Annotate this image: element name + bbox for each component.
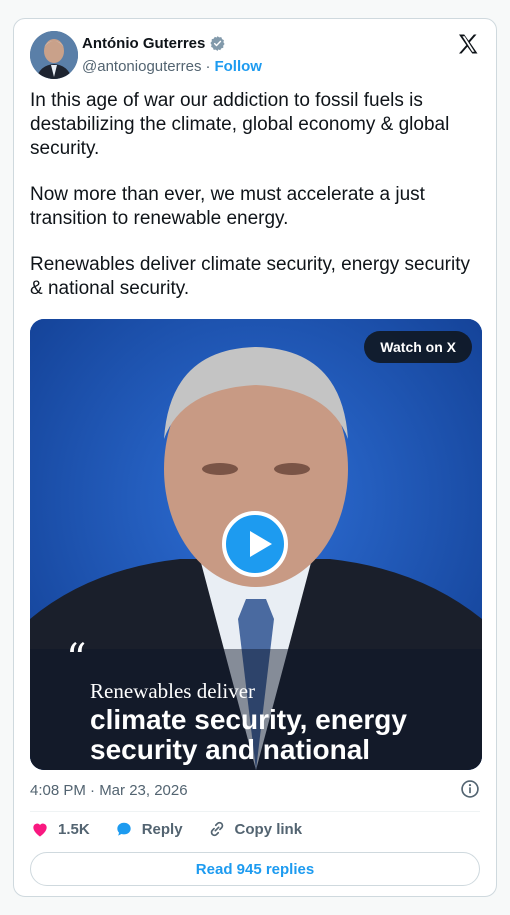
read-replies-button[interactable]: Read 945 replies <box>30 852 480 886</box>
play-button[interactable] <box>222 511 288 577</box>
play-icon <box>250 531 272 557</box>
video-thumbnail[interactable]: Watch on X “ Renewables deliver climate … <box>30 319 482 770</box>
heart-icon <box>33 823 47 837</box>
divider <box>30 811 480 812</box>
link-icon <box>210 821 223 837</box>
like-count: 1.5K <box>58 820 90 838</box>
author-name-row: António Guterres <box>82 35 226 52</box>
reply-bubble-icon <box>117 822 131 836</box>
watch-on-x-button[interactable]: Watch on X <box>364 331 472 363</box>
follow-button[interactable]: Follow <box>214 58 262 75</box>
reply-label: Reply <box>141 820 183 838</box>
author-handle-row: @antonioguterres · Follow <box>82 58 262 75</box>
handle-separator: · <box>205 58 211 75</box>
tweet-paragraph: In this age of war our addiction to foss… <box>30 90 450 159</box>
quote-mark: “ <box>66 636 87 682</box>
like-button[interactable]: 1.5K <box>30 819 90 839</box>
tweet-timestamp[interactable]: 4:08 PM · Mar 23, 2026 <box>30 782 188 799</box>
info-icon[interactable] <box>460 779 480 799</box>
copy-link-button[interactable]: Copy link <box>207 819 303 839</box>
reply-button[interactable]: Reply <box>114 819 183 839</box>
avatar[interactable] <box>30 31 78 79</box>
author-handle[interactable]: @antonioguterres <box>82 58 201 75</box>
author-name[interactable]: António Guterres <box>82 35 205 52</box>
tweet-card: António Guterres @antonioguterres · Foll… <box>13 18 497 897</box>
quote-main-text: climate security, energy security and na… <box>90 704 407 765</box>
x-logo-icon[interactable] <box>456 32 480 56</box>
copy-link-label: Copy link <box>234 820 303 838</box>
tweet-paragraph: Now more than ever, we must accelerate a… <box>30 184 425 229</box>
action-bar: 1.5K Reply Copy link <box>30 819 326 839</box>
quote-lead-text: Renewables deliver <box>90 679 256 703</box>
tweet-paragraph: Renewables deliver climate security, ene… <box>30 254 470 299</box>
verified-badge-icon <box>210 36 225 51</box>
tweet-text: In this age of war our addiction to foss… <box>30 89 484 323</box>
